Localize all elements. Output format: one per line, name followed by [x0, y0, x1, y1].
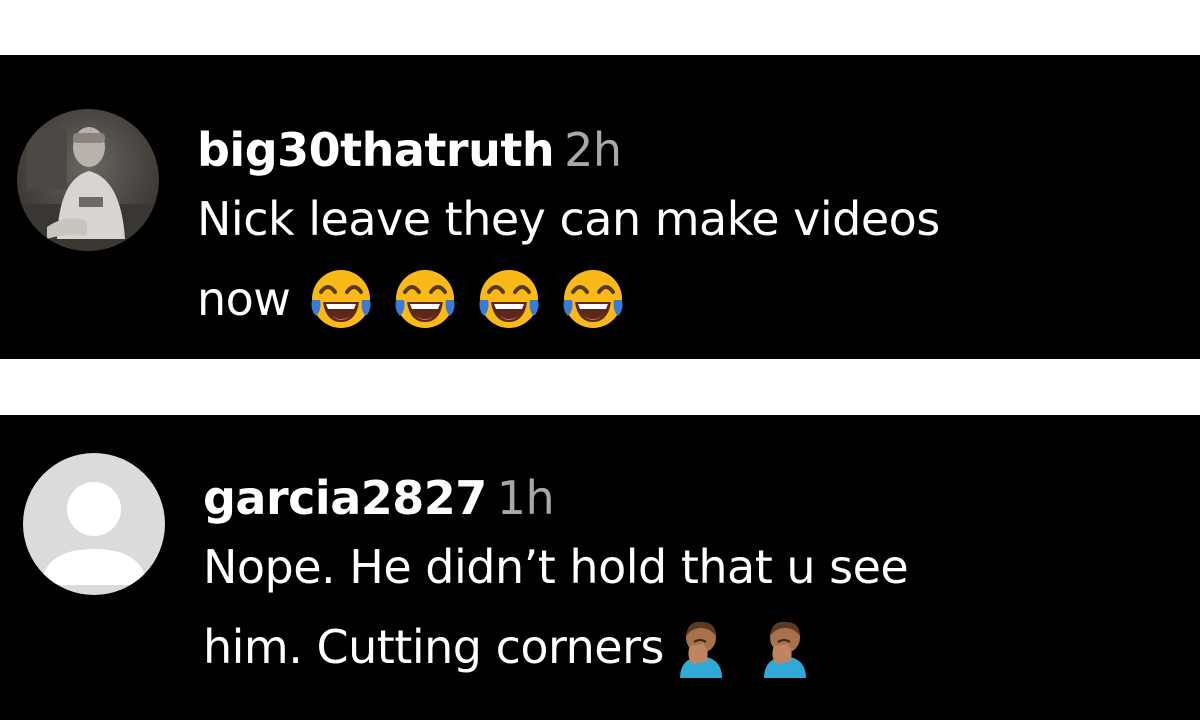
comment-text-fragment: now — [197, 272, 291, 326]
comment-body: garcia2827 1h Nope. He didn’t hold that u… — [203, 469, 1163, 687]
person-facepalming-icon — [676, 616, 726, 678]
person-facepalming-icon — [760, 616, 810, 678]
comment-text-line: Nope. He didn’t hold that u see — [203, 540, 909, 594]
comment-item: big30thatruth 2h Nick leave they can make… — [0, 55, 1200, 359]
comment-text-line: Nick leave they can make videos — [197, 192, 940, 246]
comments-screenshot: big30thatruth 2h Nick leave they can make… — [0, 0, 1200, 720]
user-avatar[interactable] — [17, 109, 159, 251]
comment-text-fragment: him. Cutting corners — [203, 620, 664, 674]
comment-text-line-with-emoji: him. Cutting corners — [203, 607, 1163, 687]
comment-text-line-with-emoji: now — [197, 259, 1157, 339]
face-with-tears-of-joy-icon — [560, 266, 626, 332]
user-avatar[interactable] — [23, 453, 165, 595]
comment-item: garcia2827 1h Nope. He didn’t hold that u… — [0, 415, 1200, 720]
default-avatar-icon — [23, 453, 165, 595]
face-with-tears-of-joy-icon — [392, 266, 458, 332]
timestamp: 2h — [564, 123, 622, 177]
comment-text: Nope. He didn’t hold that u see him. Cut… — [203, 527, 1163, 687]
comment-body: big30thatruth 2h Nick leave they can make… — [197, 121, 1157, 339]
username[interactable]: big30thatruth — [197, 123, 555, 177]
face-with-tears-of-joy-icon — [308, 266, 374, 332]
profile-photo-icon — [17, 109, 159, 251]
face-with-tears-of-joy-icon — [476, 266, 542, 332]
comment-header: big30thatruth 2h — [197, 121, 1157, 179]
timestamp: 1h — [496, 471, 555, 525]
comment-text: Nick leave they can make videos now — [197, 179, 1157, 339]
comment-header: garcia2827 1h — [203, 469, 1163, 527]
username[interactable]: garcia2827 — [203, 471, 487, 525]
